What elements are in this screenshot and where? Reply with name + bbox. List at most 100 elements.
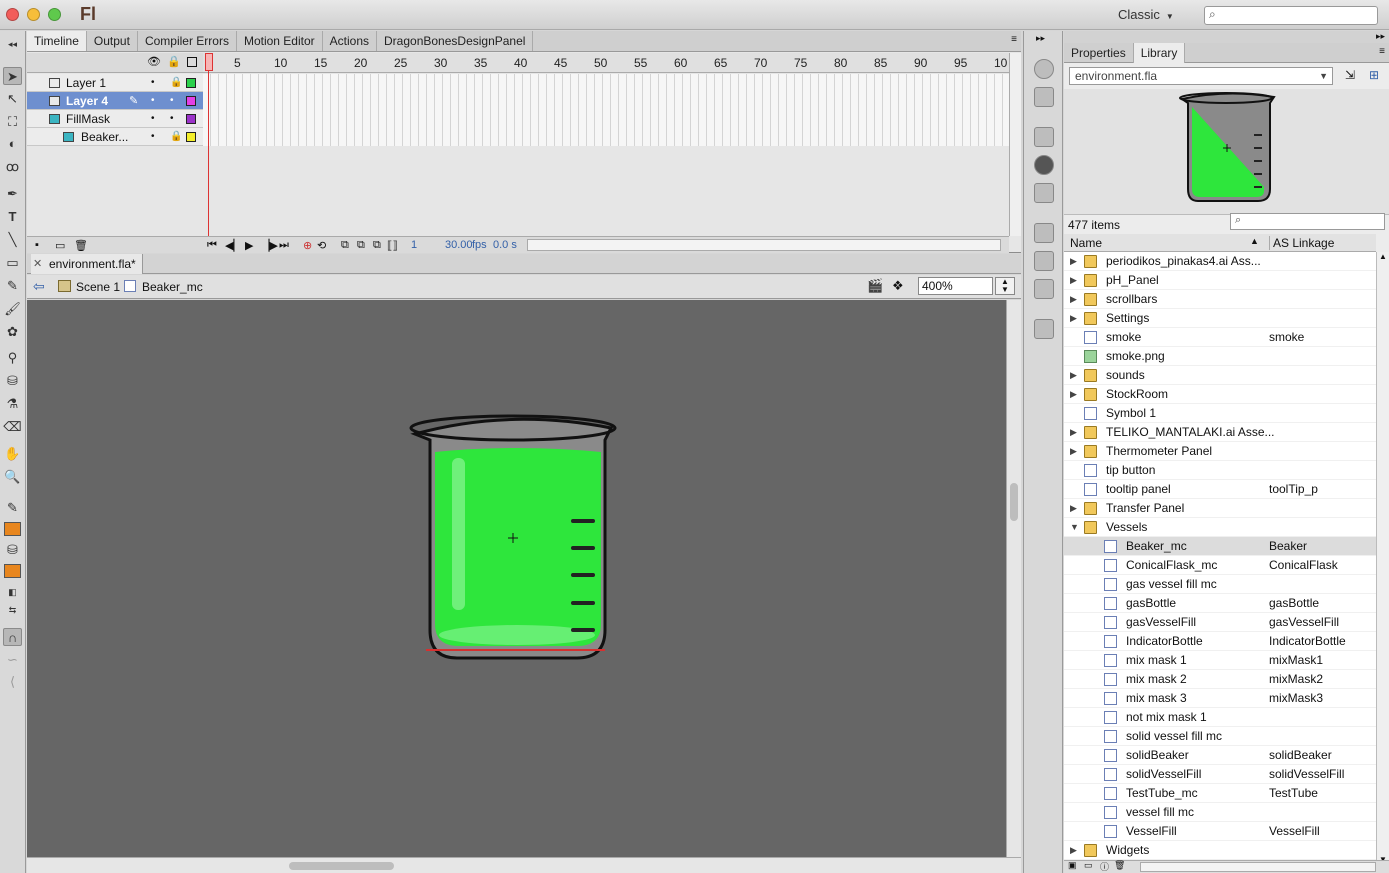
tab-output[interactable]: Output bbox=[87, 31, 138, 51]
align-panel-icon[interactable] bbox=[1034, 127, 1054, 147]
snap-to-objects-icon[interactable]: ∩ bbox=[3, 628, 22, 646]
rectangle-tool-icon[interactable]: ▭ bbox=[3, 254, 22, 272]
library-item[interactable]: ▶ pH_Panel bbox=[1064, 271, 1376, 290]
tab-motion-editor[interactable]: Motion Editor bbox=[237, 31, 323, 51]
line-tool-icon[interactable]: ╲ bbox=[3, 231, 22, 249]
selection-tool-icon[interactable]: ➤ bbox=[3, 67, 22, 85]
swap-colors-icon[interactable]: ⇆ bbox=[3, 601, 22, 619]
info-panel-icon[interactable] bbox=[1034, 155, 1054, 175]
scroll-thumb[interactable] bbox=[1010, 483, 1018, 521]
pencil-tool-icon[interactable]: ✎ bbox=[3, 277, 22, 295]
last-frame-icon[interactable]: ⏭ bbox=[279, 239, 289, 252]
playhead[interactable] bbox=[205, 53, 213, 253]
frame-ruler[interactable]: 1 5 10 15 20 25 30 35 40 45 50 55 60 65 … bbox=[203, 53, 1009, 73]
library-item[interactable]: gasVesselFill gasVesselFill bbox=[1064, 613, 1376, 632]
library-item[interactable]: gas vessel fill mc bbox=[1064, 575, 1376, 594]
library-item[interactable]: mix mask 1 mixMask1 bbox=[1064, 651, 1376, 670]
play-icon[interactable]: ▶ bbox=[245, 239, 253, 252]
eyedropper-tool-icon[interactable]: ⚗ bbox=[3, 395, 22, 413]
transform-panel-icon[interactable] bbox=[1034, 183, 1054, 203]
library-search-input[interactable]: ⌕ bbox=[1230, 213, 1385, 230]
step-back-icon[interactable]: ◀▏ bbox=[225, 239, 242, 252]
visibility-dot[interactable]: • bbox=[151, 128, 155, 146]
edit-symbols-icon[interactable]: ❖ bbox=[892, 278, 904, 294]
straighten-icon[interactable]: ⟨ bbox=[3, 673, 22, 691]
onion-outline-icon[interactable]: ⧉ bbox=[357, 239, 365, 252]
lock-all-icon[interactable]: 🔒 bbox=[167, 55, 181, 68]
library-item[interactable]: mix mask 2 mixMask2 bbox=[1064, 670, 1376, 689]
library-item[interactable]: smoke.png bbox=[1064, 347, 1376, 366]
workspace-switcher[interactable]: Classic ▼ bbox=[1118, 7, 1174, 22]
library-item[interactable]: solid vessel fill mc bbox=[1064, 727, 1376, 746]
collapse-arrows-icon[interactable]: ▸▸ bbox=[1376, 31, 1385, 42]
pen-tool-icon[interactable]: ✒ bbox=[3, 185, 22, 203]
scene-breadcrumb[interactable]: Scene 1 bbox=[76, 280, 120, 294]
library-item[interactable]: ▼ Vessels bbox=[1064, 518, 1376, 537]
visibility-dot[interactable]: • bbox=[151, 74, 155, 92]
code-snippets-icon[interactable] bbox=[1034, 223, 1054, 243]
step-forward-icon[interactable]: ▕▶ bbox=[261, 239, 278, 252]
hand-tool-icon[interactable]: ✋ bbox=[3, 445, 22, 463]
outline-all-icon[interactable] bbox=[187, 57, 197, 67]
column-linkage[interactable]: AS Linkage bbox=[1269, 236, 1334, 250]
panel-menu-icon[interactable]: ≡ bbox=[1379, 46, 1385, 57]
library-item[interactable]: not mix mask 1 bbox=[1064, 708, 1376, 727]
paint-bucket-tool-icon[interactable]: ⛁ bbox=[3, 372, 22, 390]
properties-icon[interactable]: ⓘ bbox=[1100, 860, 1109, 873]
lasso-tool-icon[interactable]: ꝏ bbox=[3, 158, 22, 176]
playhead-handle[interactable] bbox=[205, 53, 213, 71]
zoom-stepper[interactable]: ▲ ▼ bbox=[995, 277, 1015, 295]
back-arrow-icon[interactable]: ⇦ bbox=[33, 278, 45, 295]
library-horizontal-scrollbar[interactable] bbox=[1140, 862, 1376, 872]
library-item[interactable]: ▶ Transfer Panel bbox=[1064, 499, 1376, 518]
disclosure-closed-icon[interactable]: ▶ bbox=[1070, 366, 1077, 385]
tab-environment-fla[interactable]: environment.fla* bbox=[31, 254, 143, 274]
deco-tool-icon[interactable]: ✿ bbox=[3, 323, 22, 341]
onion-skin-icon[interactable]: ⧉ bbox=[341, 239, 349, 252]
disclosure-closed-icon[interactable]: ▶ bbox=[1070, 271, 1077, 290]
tab-library[interactable]: Library bbox=[1133, 43, 1186, 63]
delete-icon[interactable]: 🗑 bbox=[1114, 860, 1125, 871]
center-frame-icon[interactable]: ⊕ bbox=[303, 239, 312, 252]
eraser-tool-icon[interactable]: ⌫ bbox=[3, 418, 22, 436]
disclosure-closed-icon[interactable]: ▶ bbox=[1070, 499, 1077, 518]
disclosure-closed-icon[interactable]: ▶ bbox=[1070, 309, 1077, 328]
library-item[interactable]: ▶ TELIKO_MANTALAKI.ai Asse... bbox=[1064, 423, 1376, 442]
layer-row-fillmask[interactable]: FillMask • • bbox=[27, 110, 203, 128]
library-item[interactable]: ▶ scrollbars bbox=[1064, 290, 1376, 309]
tab-timeline[interactable]: Timeline bbox=[27, 31, 87, 51]
library-item[interactable]: tooltip panel toolTip_p bbox=[1064, 480, 1376, 499]
outline-color-box[interactable] bbox=[186, 78, 196, 88]
swatches-panel-icon[interactable] bbox=[1034, 87, 1054, 107]
library-item[interactable]: ▶ StockRoom bbox=[1064, 385, 1376, 404]
text-tool-icon[interactable]: T bbox=[3, 208, 22, 226]
library-item[interactable]: tip button bbox=[1064, 461, 1376, 480]
new-library-panel-icon[interactable]: ⊞ bbox=[1369, 68, 1379, 82]
library-item[interactable]: ▶ Thermometer Panel bbox=[1064, 442, 1376, 461]
disclosure-closed-icon[interactable]: ▶ bbox=[1070, 442, 1077, 461]
lock-dot[interactable]: • bbox=[170, 110, 174, 128]
fps-value[interactable]: 30.00 bbox=[445, 239, 473, 251]
scroll-thumb[interactable] bbox=[289, 862, 394, 870]
stroke-color-swatch[interactable] bbox=[4, 522, 21, 536]
delete-layer-icon[interactable]: 🗑 bbox=[74, 239, 88, 252]
frame-grid[interactable] bbox=[203, 74, 1009, 146]
frames-horizontal-scrollbar[interactable] bbox=[527, 239, 1001, 251]
first-frame-icon[interactable]: ⏮ bbox=[207, 239, 217, 252]
beaker-artwork[interactable] bbox=[27, 300, 1006, 857]
current-frame-value[interactable]: 1 bbox=[411, 239, 417, 251]
disclosure-closed-icon[interactable]: ▶ bbox=[1070, 423, 1077, 442]
new-folder-icon[interactable]: ▭ bbox=[1084, 860, 1093, 871]
free-transform-tool-icon[interactable]: ⛶ bbox=[3, 113, 22, 131]
disclosure-closed-icon[interactable]: ▶ bbox=[1070, 252, 1077, 271]
bone-tool-icon[interactable]: ⚲ bbox=[3, 349, 22, 367]
tab-dragonbones[interactable]: DragonBonesDesignPanel bbox=[377, 31, 534, 51]
library-item[interactable]: Beaker_mc Beaker bbox=[1064, 537, 1376, 556]
library-item[interactable]: mix mask 3 mixMask3 bbox=[1064, 689, 1376, 708]
library-item[interactable]: solidBeaker solidBeaker bbox=[1064, 746, 1376, 765]
new-layer-icon[interactable]: ▪ bbox=[35, 239, 39, 251]
smooth-icon[interactable]: ∽ bbox=[3, 651, 22, 669]
layer-row-layer-4[interactable]: Layer 4 ✎ • • bbox=[27, 92, 203, 110]
new-folder-icon[interactable]: ▭ bbox=[55, 239, 65, 252]
color-panel-icon[interactable] bbox=[1034, 59, 1054, 79]
